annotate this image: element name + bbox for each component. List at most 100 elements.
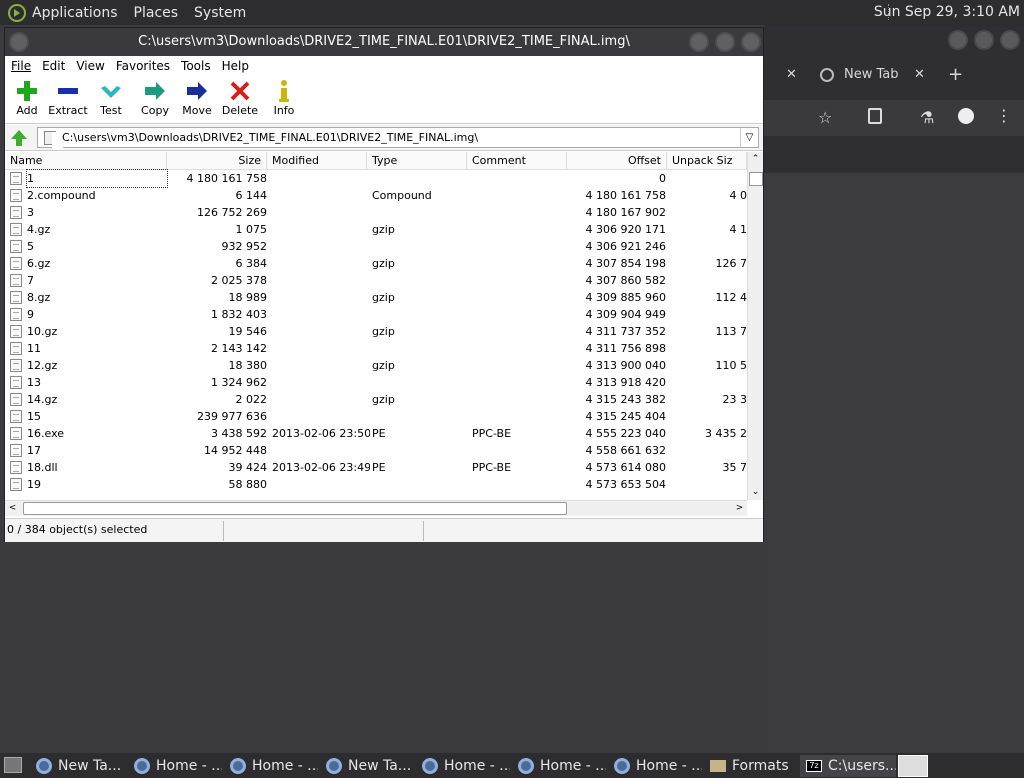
- file-row[interactable]: 4.gz 1 075 gzip 4 306 920 171 4 1: [5, 221, 747, 238]
- window-shade-button[interactable]: [689, 32, 709, 52]
- window-menu-button[interactable]: [9, 32, 29, 52]
- file-row[interactable]: 9 1 832 403 4 309 904 949: [5, 306, 747, 323]
- scroll-down-icon[interactable]: ⌄: [748, 485, 763, 500]
- extract-button[interactable]: Extract: [46, 78, 90, 117]
- menu-file[interactable]: File: [11, 59, 31, 73]
- taskbar-item[interactable]: Formats: [704, 755, 798, 777]
- cell-name: 18.dll: [27, 461, 58, 474]
- file-row[interactable]: 10.gz 19 546 gzip 4 311 737 352 113 7: [5, 323, 747, 340]
- address-dropdown-icon[interactable]: ▽: [740, 128, 758, 147]
- chrome-tab-close-icon[interactable]: ✕: [786, 58, 797, 91]
- column-modified[interactable]: Modified: [267, 152, 367, 170]
- labs-flask-icon[interactable]: ⚗: [920, 108, 934, 127]
- menu-places[interactable]: Places: [134, 5, 179, 21]
- cell-modified: [272, 306, 370, 323]
- file-row[interactable]: 12.gz 18 380 gzip 4 313 900 040 110 5: [5, 357, 747, 374]
- cell-size: 19 546: [228, 325, 268, 338]
- test-button[interactable]: Test: [89, 78, 133, 117]
- window-close-button[interactable]: [741, 32, 761, 52]
- menu-tools[interactable]: Tools: [181, 59, 211, 73]
- toolbar: Add Extract Test Copy Move Delete Info: [5, 76, 763, 124]
- column-offset[interactable]: Offset: [567, 152, 667, 170]
- new-tab-button[interactable]: +: [948, 58, 963, 91]
- column-type[interactable]: Type: [367, 152, 467, 170]
- distro-logo-icon[interactable]: [8, 3, 26, 22]
- scroll-up-icon[interactable]: ⌃: [748, 152, 763, 167]
- taskbar-item[interactable]: New Ta...: [30, 755, 124, 777]
- file-row[interactable]: 3 126 752 269 4 180 167 902: [5, 204, 747, 221]
- file-row[interactable]: 17 14 952 448 4 558 661 632: [5, 442, 747, 459]
- column-name[interactable]: Name: [5, 152, 167, 170]
- vertical-scrollbar[interactable]: ⌃ ⌄: [747, 152, 763, 500]
- info-button[interactable]: Info: [262, 78, 306, 117]
- chrome-maximize-button[interactable]: [974, 30, 994, 50]
- add-button[interactable]: Add: [5, 78, 49, 117]
- extract-label: Extract: [48, 104, 88, 117]
- cell-unpack: [669, 476, 747, 493]
- bookmark-star-icon[interactable]: ☆: [818, 108, 832, 127]
- cell-offset: 4 311 756 898: [585, 342, 666, 355]
- file-row[interactable]: 19 58 880 4 573 653 504: [5, 476, 747, 493]
- taskbar-item[interactable]: Home - ...: [416, 755, 510, 777]
- delete-button[interactable]: Delete: [218, 78, 262, 117]
- move-button[interactable]: Move: [175, 78, 219, 117]
- chrome-close-button[interactable]: [1000, 30, 1020, 50]
- menu-applications[interactable]: Applications: [32, 5, 118, 21]
- menu-help[interactable]: Help: [222, 59, 249, 73]
- up-folder-icon[interactable]: [10, 129, 27, 146]
- show-desktop-icon[interactable]: [4, 757, 22, 773]
- menu-edit[interactable]: Edit: [42, 59, 65, 73]
- cell-unpack: 4 1: [729, 223, 748, 236]
- file-row[interactable]: 6.gz 6 384 gzip 4 307 854 198 126 7: [5, 255, 747, 272]
- file-row[interactable]: 5 932 952 4 306 921 246: [5, 238, 747, 255]
- cell-offset: 4 311 737 352: [585, 325, 666, 338]
- file-row[interactable]: 18.dll 39 424 2013-02-06 23:49 PE PPC-BE 4 57…: [5, 459, 747, 476]
- chrome-minimize-button[interactable]: [948, 30, 968, 50]
- horizontal-scrollbar[interactable]: < >: [5, 500, 747, 516]
- copy-button[interactable]: Copy: [133, 78, 177, 117]
- profile-avatar-icon[interactable]: [958, 108, 974, 124]
- file-row[interactable]: 2.compound 6 144 Compound 4 180 161 758 4 0: [5, 187, 747, 204]
- file-row[interactable]: 1 4 180 161 758 0: [5, 169, 747, 188]
- column-comment[interactable]: Comment: [467, 152, 567, 170]
- cell-size: 3 438 592: [211, 427, 267, 440]
- file-row[interactable]: 11 2 143 142 4 311 756 898: [5, 340, 747, 357]
- file-row[interactable]: 7 2 025 378 4 307 860 582: [5, 272, 747, 289]
- file-row[interactable]: 14.gz 2 022 gzip 4 315 243 382 23 3: [5, 391, 747, 408]
- taskbar-item[interactable]: 7z C:\users...: [800, 755, 896, 777]
- scroll-right-icon[interactable]: >: [732, 501, 747, 516]
- taskbar-item[interactable]: Home - ...: [224, 755, 318, 777]
- column-unpack-size[interactable]: Unpack Siz: [667, 152, 747, 170]
- column-size[interactable]: Size: [167, 152, 267, 170]
- chrome-tab-close-icon[interactable]: ✕: [914, 58, 925, 91]
- cell-type: [372, 204, 468, 221]
- cell-modified: [272, 408, 370, 425]
- cell-comment: [472, 340, 568, 357]
- chrome-tab-new-tab[interactable]: New Tab: [820, 58, 899, 91]
- window-titlebar[interactable]: C:\users\vm3\Downloads\DRIVE2_TIME_FINAL…: [5, 28, 763, 56]
- scroll-left-icon[interactable]: <: [5, 501, 20, 516]
- menu-system[interactable]: System: [194, 5, 246, 21]
- file-list[interactable]: Name Size Modified Type Comment Offset U…: [5, 152, 763, 500]
- window-maximize-button[interactable]: [715, 32, 735, 52]
- workspace-switcher[interactable]: [898, 755, 928, 777]
- menu-favorites[interactable]: Favorites: [116, 59, 170, 73]
- taskbar-item[interactable]: Home - ...: [128, 755, 222, 777]
- horizontal-scroll-thumb[interactable]: [23, 502, 567, 515]
- menu-view[interactable]: View: [76, 59, 104, 73]
- chrome-menu-icon[interactable]: ⋮: [996, 106, 1012, 125]
- cell-unpack: 35 7: [722, 461, 748, 474]
- vertical-scroll-thumb[interactable]: [749, 172, 763, 186]
- taskbar-item[interactable]: Home - ...: [512, 755, 606, 777]
- file-row[interactable]: 15 239 977 636 4 315 245 404: [5, 408, 747, 425]
- address-input[interactable]: C:\users\vm3\Downloads\DRIVE2_TIME_FINAL…: [37, 127, 759, 148]
- clock[interactable]: Sun Sep 29, 3:10 AM: [874, 4, 1020, 20]
- file-icon: [10, 189, 22, 202]
- file-row[interactable]: 8.gz 18 989 gzip 4 309 885 960 112 4: [5, 289, 747, 306]
- file-row[interactable]: 13 1 324 962 4 313 918 420: [5, 374, 747, 391]
- file-row[interactable]: 16.exe 3 438 592 2013-02-06 23:50 PE PPC-BE 4…: [5, 425, 747, 442]
- extensions-icon[interactable]: [868, 108, 882, 124]
- cell-modified: [272, 340, 370, 357]
- taskbar-item[interactable]: Home - ...: [608, 755, 702, 777]
- taskbar-item[interactable]: New Ta...: [320, 755, 414, 777]
